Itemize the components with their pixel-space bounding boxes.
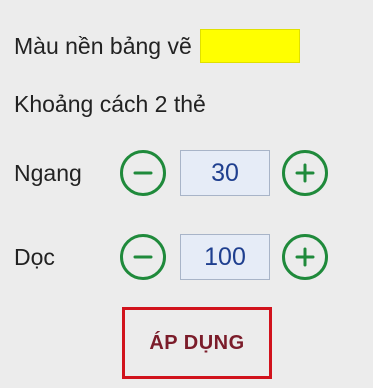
horizontal-spacing-value[interactable]: 30: [180, 150, 270, 196]
board-settings-panel: Màu nền bảng vẽ Khoảng cách 2 thẻ Ngang …: [0, 0, 373, 388]
vertical-spacing-row: Dọc 100: [14, 229, 328, 285]
plus-circle-icon: [295, 247, 315, 267]
vertical-spacing-label: Dọc: [14, 243, 55, 270]
minus-circle-icon: [133, 171, 153, 175]
background-color-row: Màu nền bảng vẽ: [14, 28, 300, 64]
background-color-swatch[interactable]: [199, 29, 300, 63]
vertical-increment-button[interactable]: [282, 234, 328, 280]
background-color-label: Màu nền bảng vẽ: [14, 32, 192, 59]
vertical-spacing-value[interactable]: 100: [180, 234, 270, 280]
horizontal-spacing-label: Ngang: [14, 159, 82, 186]
horizontal-decrement-button[interactable]: [120, 150, 166, 196]
minus-circle-icon: [133, 255, 153, 259]
horizontal-increment-button[interactable]: [282, 150, 328, 196]
card-spacing-heading-row: Khoảng cách 2 thẻ: [14, 86, 206, 122]
vertical-decrement-button[interactable]: [120, 234, 166, 280]
card-spacing-heading: Khoảng cách 2 thẻ: [14, 90, 206, 117]
apply-button[interactable]: ÁP DỤNG: [122, 307, 272, 379]
horizontal-spacing-row: Ngang 30: [14, 145, 328, 201]
plus-circle-icon: [295, 163, 315, 183]
